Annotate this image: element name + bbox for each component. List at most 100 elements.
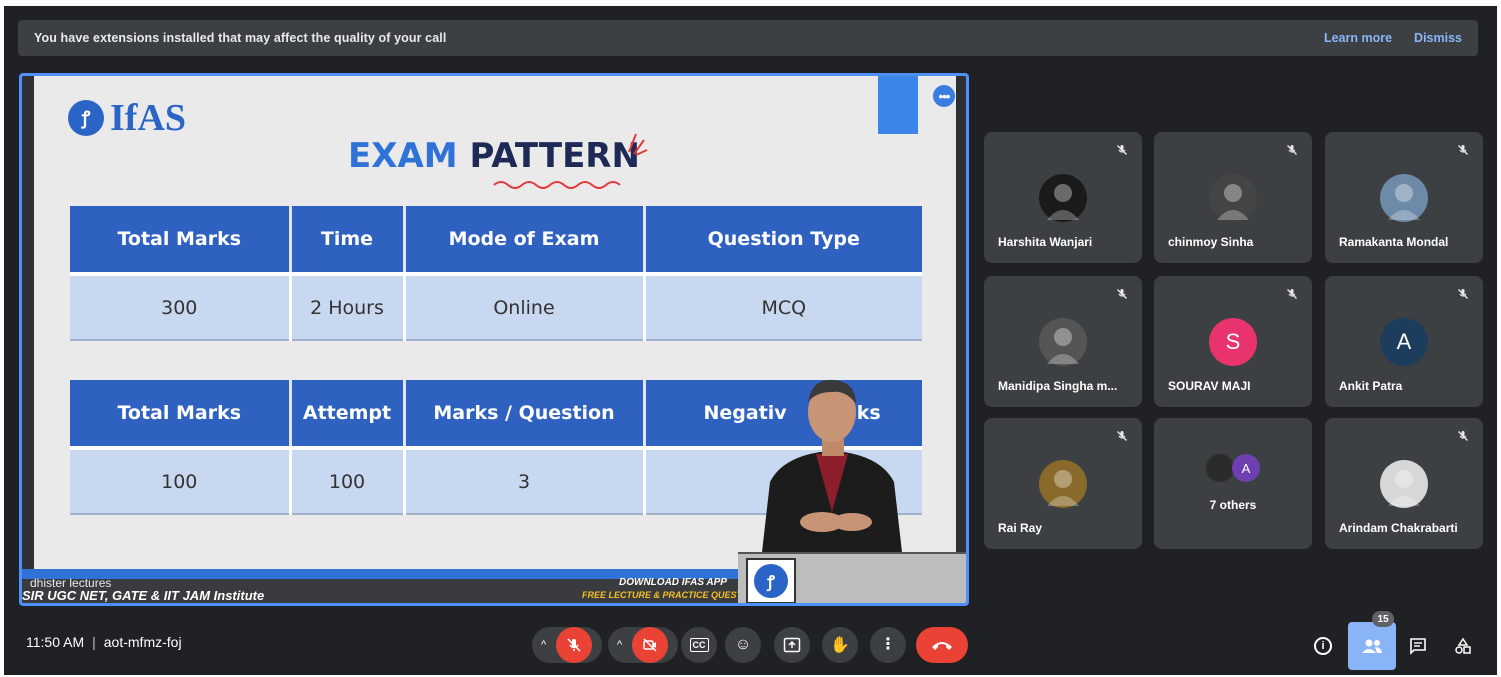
people-icon [1362, 639, 1382, 653]
table2-cell: 100 [288, 446, 404, 515]
title-sparks-icon [628, 133, 648, 156]
participant-name: Ankit Patra [1339, 379, 1403, 393]
participant-tile[interactable]: Ramakanta Mondal [1325, 132, 1483, 263]
microphone-toggle[interactable] [556, 627, 592, 663]
others-avatar-letter: A [1232, 454, 1260, 482]
present-now-button[interactable] [774, 627, 810, 663]
table1-header: Mode of Exam [402, 206, 644, 274]
dismiss-link[interactable]: Dismiss [1414, 31, 1462, 45]
muted-mic-icon [1116, 144, 1128, 159]
table2-header: Attempt [288, 380, 404, 448]
emoji-icon: ☺ [734, 636, 752, 653]
chevron-up-icon: ^ [617, 639, 623, 651]
camera-off-icon [643, 638, 657, 652]
more-options-button[interactable]: ⋮ [870, 627, 906, 663]
table2-header: Total Marks [70, 380, 290, 448]
learn-more-link[interactable]: Learn more [1324, 31, 1392, 45]
table1-cell: 300 [70, 272, 290, 341]
participant-avatar [1380, 460, 1428, 508]
participant-avatar [1380, 174, 1428, 222]
present-screen-icon [783, 637, 801, 653]
raise-hand-button[interactable]: ✋ [822, 627, 858, 663]
slide-border-right [956, 76, 966, 603]
muted-mic-icon [1286, 288, 1298, 303]
presentation-tile[interactable]: ••• ꝭ IfAS EXAM PATTERN Total Marks Time… [19, 73, 969, 606]
participant-avatar [1039, 174, 1087, 222]
captions-icon: CC [689, 638, 709, 652]
table1-cell: Online [402, 272, 644, 341]
camera-toggle[interactable] [632, 627, 668, 663]
hand-icon: ✋ [830, 637, 850, 654]
participant-name: SOURAV MAJI [1168, 379, 1251, 393]
title-underline-squiggle [493, 181, 621, 189]
participant-tile[interactable]: chinmoy Sinha [1154, 132, 1312, 263]
activities-icon [1455, 637, 1471, 654]
ifas-logo-icon: ꝭ [68, 100, 104, 136]
table2-cell: 3 [402, 446, 644, 515]
chevron-up-icon: ^ [541, 639, 547, 651]
participant-name: chinmoy Sinha [1168, 235, 1254, 249]
ifas-pip-logo-icon: ꝭ [746, 558, 796, 603]
footer-app-line1: DOWNLOAD IFAS APP [619, 577, 727, 588]
muted-mic-icon [1457, 144, 1469, 159]
participant-avatar [1039, 460, 1087, 508]
meeting-info: 11:50 AM | aot-mfmz-foj [26, 634, 182, 650]
table2-cell: 100 [70, 446, 290, 515]
participant-avatar [1209, 174, 1257, 222]
chat-icon [1410, 638, 1426, 655]
participant-name: Arindam Chakrabarti [1339, 521, 1458, 535]
muted-mic-icon [1286, 144, 1298, 159]
presenter-video [762, 379, 902, 552]
table2-header: Marks / Question [402, 380, 644, 448]
participant-tile[interactable]: Manidipa Singha m... [984, 276, 1142, 407]
slide-title: EXAM PATTERN [348, 136, 640, 176]
leave-call-button[interactable] [916, 627, 968, 663]
participant-name: Harshita Wanjari [998, 235, 1093, 249]
exam-table-1: Total Marks Time Mode of Exam Question T… [70, 206, 922, 341]
participant-tile[interactable]: Harshita Wanjari [984, 132, 1142, 263]
ifas-logo: ꝭ IfAS [68, 96, 186, 140]
footer-app-line2: FREE LECTURE & PRACTICE QUESTIONS [582, 590, 765, 600]
chat-button[interactable] [1402, 630, 1434, 662]
show-everyone-button[interactable] [1348, 622, 1396, 670]
others-count-label: 7 others [1209, 498, 1257, 512]
meeting-code: aot-mfmz-foj [103, 634, 182, 650]
clock-time: 11:50 AM [26, 634, 85, 650]
participant-tile[interactable]: Rai Ray [984, 418, 1142, 549]
activities-button[interactable] [1447, 630, 1479, 662]
captions-button[interactable]: CC [681, 627, 717, 663]
participant-tile[interactable]: A Ankit Patra [1325, 276, 1483, 407]
participant-tile[interactable]: A 7 others [1154, 418, 1312, 549]
more-vert-icon: ⋮ [880, 636, 896, 653]
slide-decoration [878, 76, 918, 134]
participant-tile[interactable]: S SOURAV MAJI [1154, 276, 1312, 407]
participant-name: Rai Ray [998, 521, 1043, 535]
slide-title-part1: EXAM [348, 136, 458, 176]
table1-header: Total Marks [70, 206, 290, 274]
slide-title-part2: PATTERN [469, 136, 640, 176]
presenter-self-view: ꝭ [738, 552, 966, 603]
others-avatar-photo [1206, 454, 1234, 482]
table1-cell: 2 Hours [288, 272, 404, 341]
info-icon: i [1314, 637, 1332, 655]
slide-border-left [22, 76, 34, 603]
end-call-icon [932, 642, 952, 650]
participant-avatar: S [1209, 318, 1257, 366]
muted-mic-icon [1457, 288, 1469, 303]
reactions-button[interactable]: ☺ [725, 627, 761, 663]
more-options-icon[interactable]: ••• [933, 85, 955, 107]
table1-header: Time [288, 206, 404, 274]
muted-mic-icon [1116, 430, 1128, 445]
footer-app-promo: DOWNLOAD IFAS APP FREE LECTURE & PRACTIC… [582, 576, 764, 602]
muted-mic-icon [1457, 430, 1469, 445]
ifas-logo-text: IfAS [110, 97, 187, 139]
table1-cell: MCQ [642, 272, 922, 341]
table1-header: Question Type [642, 206, 922, 274]
muted-mic-icon [1116, 288, 1128, 303]
meet-app: You have extensions installed that may a… [4, 6, 1497, 675]
meeting-details-button[interactable]: i [1307, 630, 1339, 662]
participant-tile[interactable]: Arindam Chakrabarti [1325, 418, 1483, 549]
participant-count-badge: 15 [1372, 611, 1394, 627]
banner-message: You have extensions installed that may a… [34, 31, 447, 45]
mic-off-icon [567, 638, 581, 652]
